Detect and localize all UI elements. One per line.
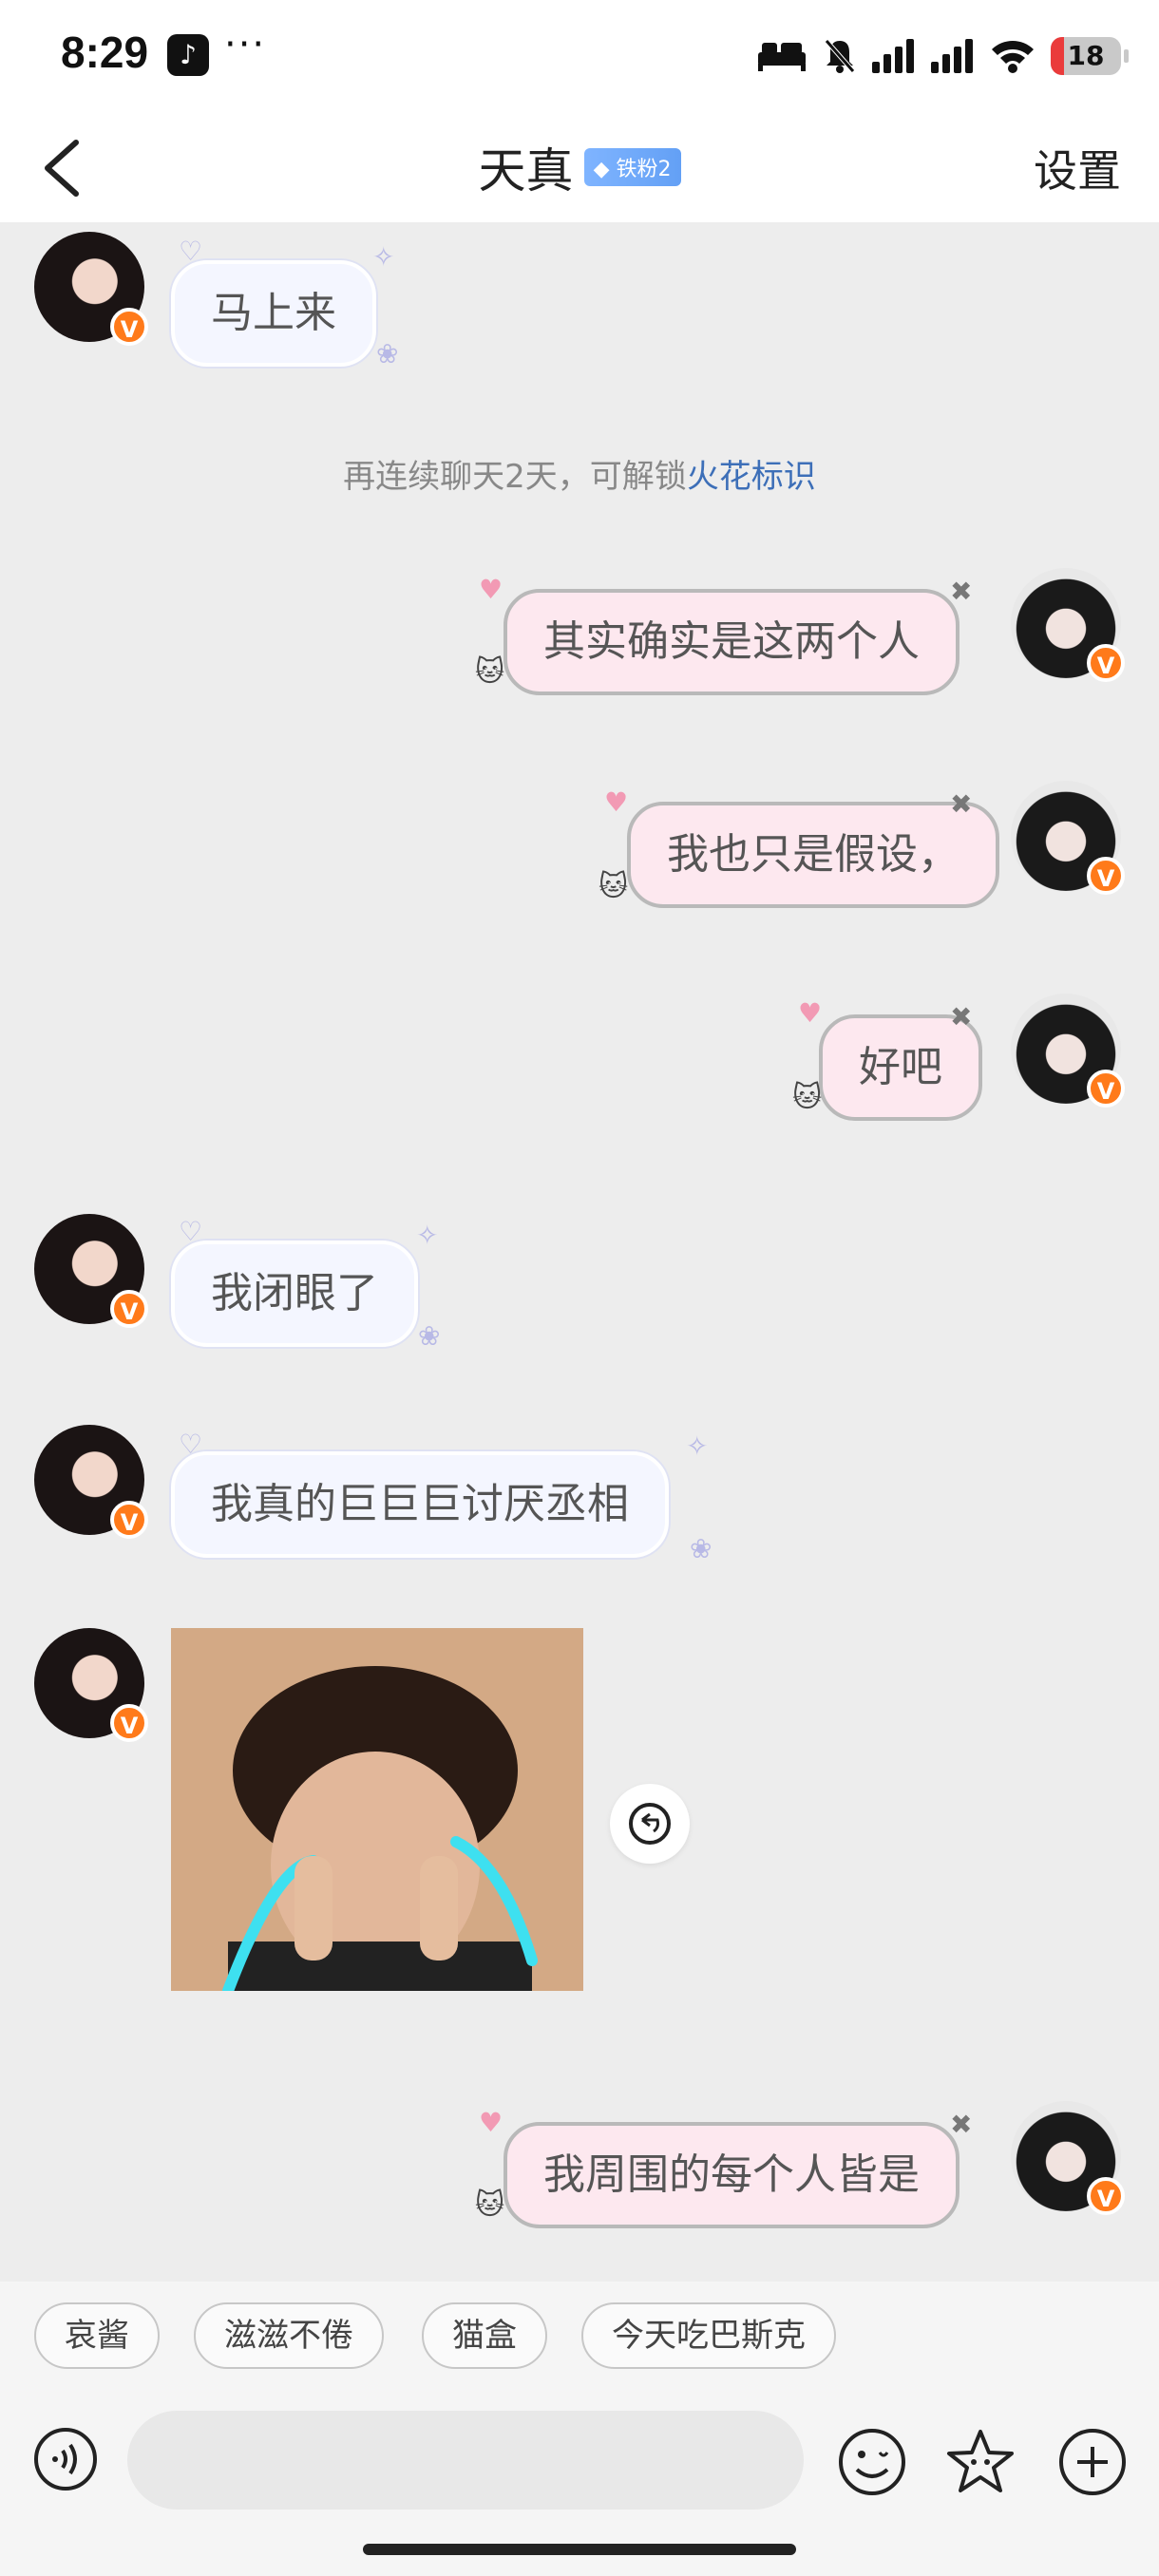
sparkle-icon: ✧ bbox=[686, 1430, 709, 1462]
home-indicator[interactable] bbox=[363, 2544, 796, 2555]
status-icons: 18 bbox=[756, 32, 1129, 80]
verified-icon: V bbox=[1087, 2177, 1125, 2215]
battery-level: 18 bbox=[1067, 40, 1105, 71]
wifi-icon bbox=[992, 41, 1034, 73]
avatar[interactable]: V bbox=[34, 1214, 148, 1328]
heart-sticker-icon: ♥ bbox=[604, 786, 629, 818]
kitty-sticker-icon: 🐱 bbox=[475, 2188, 505, 2222]
chat-header: 天真 ◆ 铁粉2 设置 bbox=[0, 112, 1159, 222]
message-bubble-outgoing[interactable]: 其实确实是这两个人 bbox=[504, 589, 960, 695]
avatar[interactable]: V bbox=[1011, 994, 1125, 1108]
quick-reply-bar: 哀酱 滋滋不倦 猫盒 今天吃巴斯克 bbox=[0, 2282, 1159, 2405]
sticker-star-icon[interactable] bbox=[944, 2426, 1016, 2498]
settings-button[interactable]: 设置 bbox=[1034, 137, 1121, 199]
image-message[interactable] bbox=[171, 1628, 583, 1991]
bow-sticker-icon: ✖ bbox=[950, 788, 973, 820]
status-time: 8:29 bbox=[61, 28, 149, 77]
message-bubble-incoming[interactable]: 我闭眼了 bbox=[171, 1241, 418, 1347]
message-bubble-incoming[interactable]: 我真的巨巨巨讨厌丞相 bbox=[171, 1451, 669, 1558]
system-tip: 再连续聊天2天，可解锁火花标识 bbox=[0, 450, 1159, 497]
bow-sticker-icon: ✖ bbox=[950, 2109, 973, 2140]
emoji-icon[interactable] bbox=[836, 2426, 908, 2498]
bed-icon bbox=[758, 43, 806, 71]
mute-icon bbox=[825, 39, 855, 73]
signal-icon bbox=[872, 39, 914, 73]
message-input[interactable] bbox=[127, 2411, 804, 2510]
quick-reply-chip[interactable]: 猫盒 bbox=[422, 2302, 547, 2369]
avatar[interactable]: V bbox=[1011, 781, 1125, 895]
heart-sticker-icon: ♡ bbox=[179, 1429, 203, 1460]
quick-reply-chip[interactable]: 滋滋不倦 bbox=[194, 2302, 384, 2369]
more-dots-icon: ··· bbox=[224, 23, 267, 66]
quote-reply-button[interactable] bbox=[610, 1784, 690, 1864]
kitty-sticker-icon: 🐱 bbox=[475, 655, 505, 689]
verified-icon: V bbox=[110, 1501, 148, 1539]
status-bar: 8:29 ♪ ··· 18 bbox=[0, 0, 1159, 112]
tiktok-icon: ♪ bbox=[167, 34, 209, 76]
fan-badge: ◆ 铁粉2 bbox=[583, 148, 681, 186]
spark-link[interactable]: 火花标识 bbox=[687, 458, 816, 496]
heart-sticker-icon: ♥ bbox=[798, 997, 823, 1029]
verified-icon: V bbox=[1087, 644, 1125, 682]
battery-icon: 18 bbox=[1051, 37, 1129, 75]
page-title: 天真 bbox=[478, 143, 574, 199]
kitty-sticker-icon: 🐱 bbox=[598, 870, 629, 903]
message-bubble-outgoing[interactable]: 我周围的每个人皆是 bbox=[504, 2122, 960, 2228]
avatar[interactable]: V bbox=[34, 1425, 148, 1539]
verified-icon: V bbox=[110, 1704, 148, 1742]
plus-icon[interactable] bbox=[1056, 2426, 1129, 2498]
verified-icon: V bbox=[110, 1290, 148, 1328]
message-bubble-incoming[interactable]: 马上来 bbox=[171, 260, 376, 367]
kitty-sticker-icon: 🐱 bbox=[792, 1081, 823, 1114]
quick-reply-chip[interactable]: 今天吃巴斯克 bbox=[581, 2302, 836, 2369]
message-bubble-outgoing[interactable]: 我也只是假设， bbox=[627, 802, 999, 908]
photo-sticker bbox=[171, 1628, 583, 1991]
verified-icon: V bbox=[110, 308, 148, 346]
system-tip-text: 再连续聊天2天，可解锁 bbox=[343, 458, 687, 496]
quick-reply-chip[interactable]: 哀酱 bbox=[34, 2302, 160, 2369]
bunny-sticker-icon: ❀ bbox=[690, 1533, 712, 1564]
bow-sticker-icon: ✖ bbox=[950, 1001, 973, 1032]
heart-sticker-icon: ♥ bbox=[479, 2107, 504, 2138]
fan-badge-label: 铁粉2 bbox=[616, 158, 672, 181]
avatar[interactable]: V bbox=[1011, 568, 1125, 682]
voice-icon[interactable] bbox=[32, 2426, 99, 2492]
heart-sticker-icon: ♥ bbox=[479, 574, 504, 605]
bunny-sticker-icon: ❀ bbox=[376, 338, 399, 369]
bow-sticker-icon: ✖ bbox=[950, 576, 973, 607]
verified-icon: V bbox=[1087, 1070, 1125, 1108]
title-group: 天真 ◆ 铁粉2 bbox=[0, 133, 1159, 201]
verified-icon: V bbox=[1087, 857, 1125, 895]
heart-sticker-icon: ♡ bbox=[179, 236, 203, 267]
reply-icon bbox=[629, 1803, 671, 1845]
bunny-sticker-icon: ❀ bbox=[418, 1320, 441, 1352]
avatar[interactable]: V bbox=[34, 232, 148, 346]
avatar[interactable]: V bbox=[1011, 2101, 1125, 2215]
signal-icon-2 bbox=[931, 39, 973, 73]
avatar[interactable]: V bbox=[34, 1628, 148, 1742]
message-list[interactable]: V 马上来 ♡ ✧ ❀ 再连续聊天2天，可解锁火花标识 其实确实是这两个人 ♥ … bbox=[0, 222, 1159, 2282]
sparkle-icon: ✧ bbox=[416, 1220, 439, 1251]
sparkle-icon: ✧ bbox=[372, 241, 395, 273]
heart-sticker-icon: ♡ bbox=[179, 1216, 203, 1247]
